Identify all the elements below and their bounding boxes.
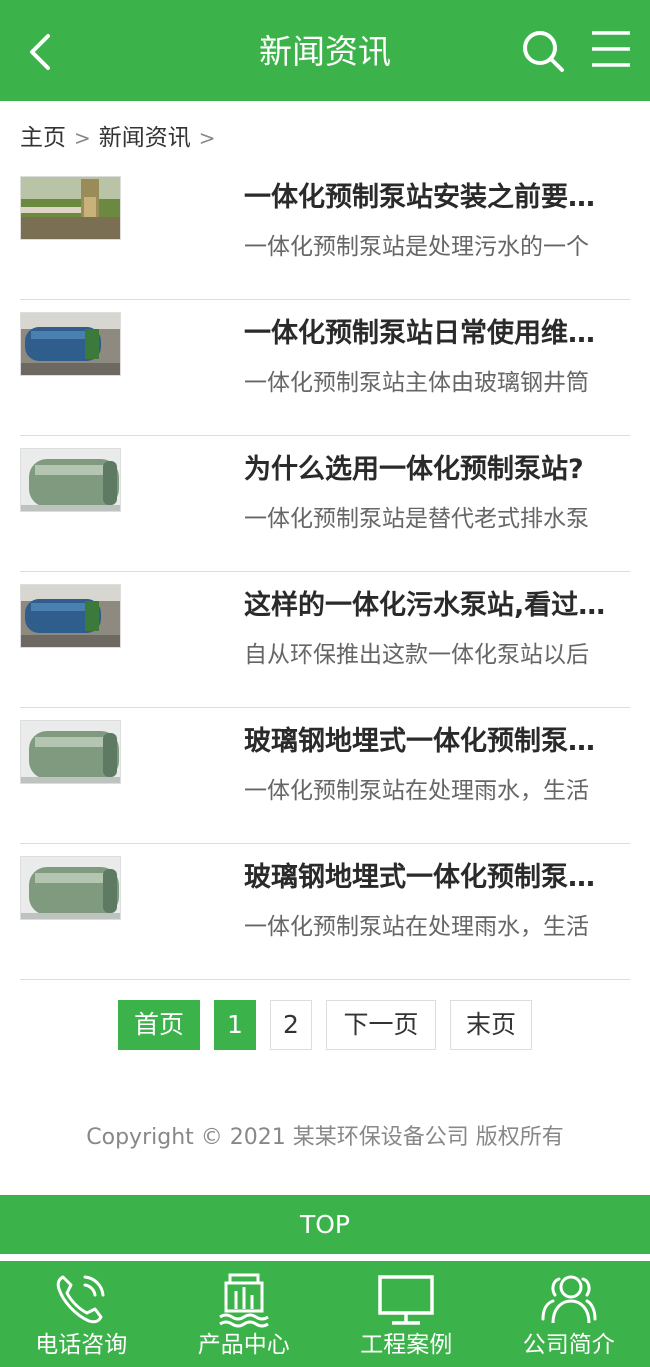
- news-thumbnail[interactable]: [20, 176, 121, 240]
- news-thumbnail[interactable]: [20, 584, 121, 648]
- back-to-top-button[interactable]: TOP: [0, 1195, 650, 1254]
- breadcrumb-home[interactable]: 主页: [20, 125, 66, 151]
- news-thumbnail[interactable]: [20, 720, 121, 784]
- news-list: 一体化预制泵站安装之前要… 一体化预制泵站是处理污水的一个 一体化预制泵站日常使…: [20, 164, 630, 980]
- nav-phone-label: 电话咨询: [35, 1332, 128, 1358]
- next-page-button[interactable]: 下一页: [326, 1000, 436, 1050]
- pagination: 首页 1 2 下一页 末页: [0, 1000, 650, 1050]
- page-1-button[interactable]: 1: [214, 1000, 256, 1050]
- users-icon: [541, 1275, 597, 1324]
- news-summary: 一体化预制泵站在处理雨水，生活: [244, 778, 589, 804]
- news-title[interactable]: 一体化预制泵站安装之前要…: [244, 178, 614, 218]
- monitor-icon: [378, 1275, 434, 1325]
- breadcrumb-current[interactable]: 新闻资讯: [99, 125, 191, 151]
- news-item[interactable]: 玻璃钢地埋式一体化预制泵… 一体化预制泵站在处理雨水，生活: [20, 708, 630, 844]
- news-thumbnail[interactable]: [20, 856, 121, 920]
- news-summary: 一体化预制泵站是替代老式排水泵: [244, 506, 589, 532]
- news-summary: 一体化预制泵站是处理污水的一个: [244, 234, 589, 260]
- last-page-button[interactable]: 末页: [450, 1000, 532, 1050]
- news-item[interactable]: 为什么选用一体化预制泵站? 一体化预制泵站是替代老式排水泵: [20, 436, 630, 572]
- news-item[interactable]: 这样的一体化污水泵站,看过… 自从环保推出这款一体化泵站以后: [20, 572, 630, 708]
- news-title[interactable]: 为什么选用一体化预制泵站?: [244, 450, 614, 490]
- news-item[interactable]: 一体化预制泵站安装之前要… 一体化预制泵站是处理污水的一个: [20, 164, 630, 300]
- phone-icon: [56, 1275, 105, 1324]
- top-header: 新闻资讯: [0, 0, 650, 101]
- search-icon[interactable]: [520, 28, 566, 74]
- page-2-button[interactable]: 2: [270, 1000, 312, 1050]
- news-item[interactable]: 一体化预制泵站日常使用维… 一体化预制泵站主体由玻璃钢井筒: [20, 300, 630, 436]
- bottom-nav: 电话咨询 产品中心 工程案例 公司简介: [0, 1261, 650, 1367]
- nav-phone[interactable]: 电话咨询: [0, 1261, 163, 1367]
- nav-products[interactable]: 产品中心: [163, 1261, 326, 1367]
- breadcrumb-separator: >: [74, 126, 91, 150]
- news-title[interactable]: 玻璃钢地埋式一体化预制泵…: [244, 858, 614, 898]
- news-thumbnail[interactable]: [20, 312, 121, 376]
- news-thumbnail[interactable]: [20, 448, 121, 512]
- first-page-button[interactable]: 首页: [118, 1000, 200, 1050]
- news-title[interactable]: 玻璃钢地埋式一体化预制泵…: [244, 722, 614, 762]
- news-item[interactable]: 玻璃钢地埋式一体化预制泵… 一体化预制泵站在处理雨水，生活: [20, 844, 630, 980]
- breadcrumb-separator: >: [198, 126, 216, 150]
- copyright-text: Copyright © 2021 某某环保设备公司 版权所有: [86, 1125, 564, 1150]
- nav-products-label: 产品中心: [197, 1332, 290, 1358]
- news-title[interactable]: 这样的一体化污水泵站,看过…: [244, 586, 614, 626]
- news-summary: 一体化预制泵站主体由玻璃钢井筒: [244, 370, 589, 396]
- news-summary: 自从环保推出这款一体化泵站以后: [244, 642, 589, 668]
- nav-about-label: 公司简介: [522, 1332, 615, 1358]
- menu-icon[interactable]: [590, 28, 632, 70]
- breadcrumb: 主页 > 新闻资讯 >: [20, 121, 224, 155]
- nav-cases-label: 工程案例: [360, 1332, 453, 1358]
- news-summary: 一体化预制泵站在处理雨水，生活: [244, 914, 589, 940]
- building-icon: [218, 1273, 269, 1328]
- news-title[interactable]: 一体化预制泵站日常使用维…: [244, 314, 614, 354]
- nav-about[interactable]: 公司简介: [488, 1261, 650, 1367]
- nav-cases[interactable]: 工程案例: [325, 1261, 488, 1367]
